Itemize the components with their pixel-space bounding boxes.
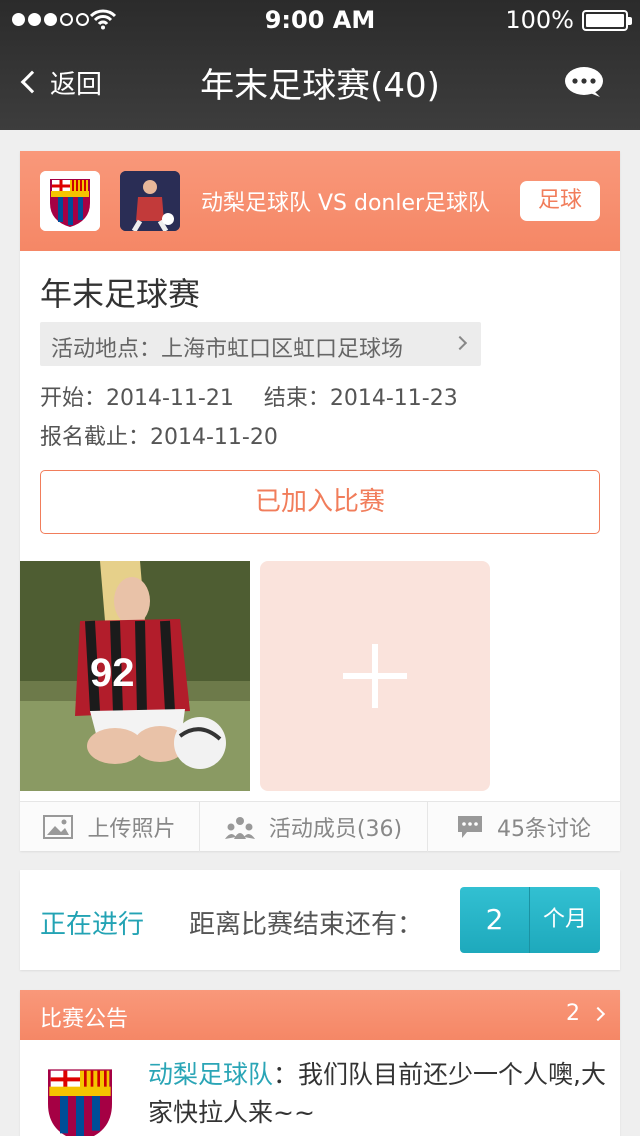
chat-icon xyxy=(458,816,482,838)
picture-icon xyxy=(43,815,74,839)
action-bar: 上传照片 活动成员(36) 45条讨论 xyxy=(20,801,620,852)
add-photo-button[interactable] xyxy=(260,561,490,791)
upload-photo-label: 上传照片 xyxy=(87,817,176,842)
discussion-label: 45条讨论 xyxy=(497,817,591,842)
team-header: 动梨足球队 VS donler足球队 足球 xyxy=(20,151,620,251)
location-text: 活动地点：上海市虹口区虹口足球场 xyxy=(51,337,404,362)
countdown-label: 距离比赛结束还有： xyxy=(189,910,424,940)
end-date: 结束：2014-11-23 xyxy=(263,386,458,411)
notice-title: 比赛公告 xyxy=(40,1007,129,1032)
sport-tag: 足球 xyxy=(520,181,600,221)
top-bar: 9:00 AM 100% 返回 年末足球赛(40) xyxy=(0,0,640,130)
joined-button[interactable]: 已加入比赛 xyxy=(40,470,600,534)
notice-header[interactable]: 比赛公告 2 xyxy=(20,990,620,1040)
notice-message[interactable]: 动梨足球队：我们队目前还少一个人噢,大家快拉人来~~ xyxy=(148,1056,608,1132)
notice-count: 2 xyxy=(566,1001,580,1026)
notice-author[interactable]: 动梨足球队 xyxy=(148,1060,273,1089)
upload-photo-button[interactable]: 上传照片 xyxy=(20,802,200,852)
teams-label: 动梨足球队 VS donler足球队 xyxy=(201,191,491,216)
match-card: 动梨足球队 VS donler足球队 足球 年末足球赛 活动地点：上海市虹口区虹… xyxy=(20,151,620,852)
event-title: 年末足球赛 xyxy=(40,275,201,313)
location-row[interactable]: 活动地点：上海市虹口区虹口足球场 xyxy=(40,322,481,366)
event-photo[interactable]: 92 xyxy=(20,561,250,791)
date-range: 开始：2014-11-21 结束：2014-11-23 xyxy=(40,380,458,412)
fcb-logo-icon xyxy=(48,1069,112,1136)
notice-card: 比赛公告 2 动梨足球队：我们队目前还少一个人噢,大家快拉人来~~ xyxy=(20,990,620,1136)
chevron-right-icon xyxy=(452,335,468,351)
team-avatar xyxy=(120,171,180,231)
countdown-unit: 个月 xyxy=(542,907,587,932)
battery-percent: 100% xyxy=(505,6,574,34)
members-button[interactable]: 活动成员(36) xyxy=(200,802,428,852)
svg-text:92: 92 xyxy=(90,651,135,695)
countdown-box: 2 个月 xyxy=(460,887,600,953)
countdown-value: 2 xyxy=(460,887,530,953)
chevron-right-icon xyxy=(590,1006,606,1022)
discussion-button[interactable]: 45条讨论 xyxy=(428,802,620,852)
battery-icon xyxy=(582,10,632,31)
members-icon xyxy=(224,817,255,839)
members-label: 活动成员(36) xyxy=(268,817,403,842)
progress-card: 正在进行 距离比赛结束还有： 2 个月 xyxy=(20,870,620,970)
page-title: 年末足球赛(40) xyxy=(200,66,440,106)
fcb-logo-icon xyxy=(40,171,100,231)
start-date: 开始：2014-11-21 xyxy=(40,386,234,411)
signup-deadline: 报名截止：2014-11-20 xyxy=(40,425,278,450)
status-label: 正在进行 xyxy=(40,910,145,940)
status-bar: 9:00 AM 100% xyxy=(0,0,640,40)
chat-bubble-icon[interactable] xyxy=(564,66,604,98)
